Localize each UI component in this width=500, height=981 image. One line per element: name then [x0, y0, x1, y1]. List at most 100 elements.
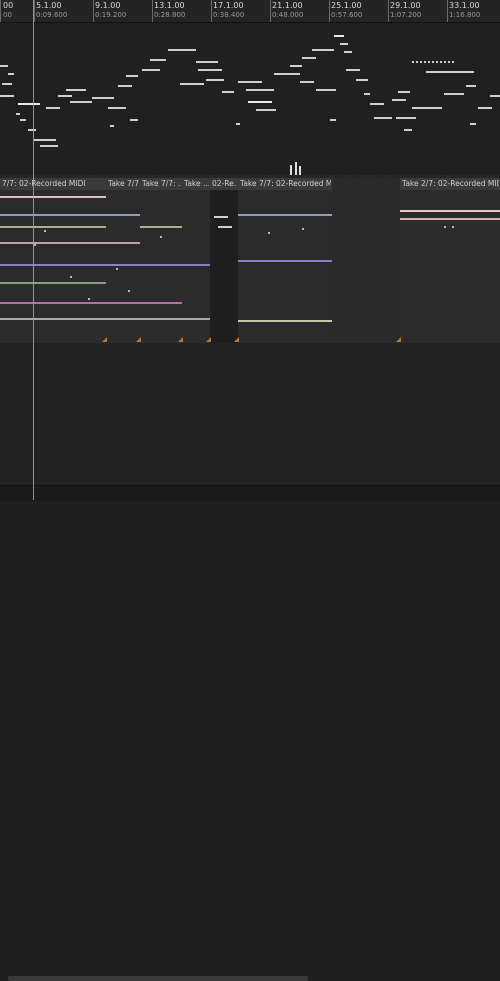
- midi-note[interactable]: [334, 35, 344, 37]
- midi-note-area[interactable]: [0, 23, 500, 175]
- midi-note[interactable]: [126, 75, 138, 77]
- midi-note[interactable]: [290, 65, 302, 67]
- item-header[interactable]: Take 2/7: 02-Recorded MIDI: [400, 178, 500, 190]
- fade-handle-icon[interactable]: [178, 337, 183, 342]
- fade-handle-icon[interactable]: [206, 337, 211, 342]
- cc-point[interactable]: [444, 226, 446, 228]
- cc-point[interactable]: [88, 298, 90, 300]
- midi-note[interactable]: [300, 81, 314, 83]
- midi-note[interactable]: [344, 51, 352, 53]
- midi-note[interactable]: [346, 69, 360, 71]
- cc-point[interactable]: [34, 244, 36, 246]
- midi-note[interactable]: [316, 89, 336, 91]
- track-items-area[interactable]: 7/7: 02-Recorded MIDI Take 7/7: ... Take…: [0, 175, 500, 343]
- cc-point[interactable]: [302, 228, 304, 230]
- midi-note[interactable]: [198, 69, 222, 71]
- midi-note[interactable]: [364, 93, 370, 95]
- midi-note[interactable]: [2, 83, 12, 85]
- cc-point[interactable]: [116, 268, 118, 270]
- midi-note[interactable]: [18, 103, 40, 105]
- midi-note[interactable]: [374, 117, 392, 119]
- midi-note[interactable]: [110, 125, 114, 127]
- midi-note[interactable]: [236, 123, 240, 125]
- midi-item[interactable]: 02-Re...: [210, 178, 239, 343]
- midi-note[interactable]: [118, 85, 132, 87]
- midi-note[interactable]: [142, 69, 160, 71]
- ruler-time-label: 0:48.000: [272, 11, 304, 19]
- item-header[interactable]: 7/7: 02-Recorded MIDI: [0, 178, 106, 190]
- cc-point[interactable]: [160, 236, 162, 238]
- timeline-ruler[interactable]: 00 00 5.1.00 0:09.600 9.1.00 0:19.200 13…: [0, 0, 500, 23]
- midi-note[interactable]: [312, 49, 334, 51]
- midi-note[interactable]: [370, 103, 384, 105]
- midi-note[interactable]: [196, 61, 218, 63]
- midi-note[interactable]: [248, 101, 272, 103]
- midi-note[interactable]: [392, 99, 406, 101]
- midi-item[interactable]: Take 7/7: 02-Recorded MIDI: [238, 178, 333, 343]
- cc-point[interactable]: [70, 276, 72, 278]
- midi-note[interactable]: [46, 107, 60, 109]
- cc-point[interactable]: [44, 230, 46, 232]
- item-header[interactable]: Take ...: [182, 178, 210, 190]
- midi-note[interactable]: [412, 107, 442, 109]
- midi-note[interactable]: [356, 79, 368, 81]
- midi-note[interactable]: [70, 101, 92, 103]
- midi-note[interactable]: [8, 73, 14, 75]
- cc-point[interactable]: [268, 232, 270, 234]
- midi-note[interactable]: [130, 119, 138, 121]
- midi-note[interactable]: [470, 123, 476, 125]
- midi-note[interactable]: [206, 79, 224, 81]
- fade-handle-icon[interactable]: [136, 337, 141, 342]
- cc-point[interactable]: [452, 226, 454, 228]
- cc-point[interactable]: [128, 290, 130, 292]
- midi-note[interactable]: [404, 129, 412, 131]
- midi-note[interactable]: [412, 61, 454, 63]
- midi-item[interactable]: 7/7: 02-Recorded MIDI: [0, 178, 107, 343]
- midi-note[interactable]: [396, 117, 416, 119]
- horizontal-scrollbar-thumb[interactable]: [8, 976, 308, 981]
- midi-note[interactable]: [40, 145, 58, 147]
- midi-note[interactable]: [398, 91, 410, 93]
- midi-item[interactable]: Take 2/7: 02-Recorded MIDI: [400, 178, 500, 343]
- midi-note[interactable]: [238, 81, 262, 83]
- midi-note[interactable]: [340, 43, 348, 45]
- midi-note[interactable]: [444, 93, 464, 95]
- midi-note[interactable]: [28, 129, 36, 131]
- item-header[interactable]: Take 7/7: ...: [140, 178, 182, 190]
- empty-arrange-area[interactable]: [0, 343, 500, 485]
- midi-note[interactable]: [478, 107, 492, 109]
- midi-note[interactable]: [58, 95, 72, 97]
- item-header[interactable]: Take 7/7: ...: [106, 178, 140, 190]
- midi-note[interactable]: [108, 107, 126, 109]
- midi-note[interactable]: [0, 95, 14, 97]
- midi-note[interactable]: [180, 83, 204, 85]
- midi-note[interactable]: [490, 95, 500, 97]
- midi-note[interactable]: [466, 85, 476, 87]
- midi-item[interactable]: Take ...: [182, 178, 211, 343]
- empty-track-region[interactable]: [332, 178, 401, 343]
- midi-item[interactable]: Take 7/7: ...: [106, 178, 141, 343]
- midi-note[interactable]: [302, 57, 316, 59]
- midi-note[interactable]: [168, 49, 196, 51]
- midi-note[interactable]: [426, 71, 474, 73]
- midi-note[interactable]: [92, 97, 114, 99]
- item-header[interactable]: Take 7/7: 02-Recorded MIDI: [238, 178, 332, 190]
- playhead-cursor[interactable]: [33, 0, 34, 500]
- horizontal-scrollbar-track[interactable]: [0, 485, 500, 981]
- fade-handle-icon[interactable]: [234, 337, 239, 342]
- midi-item[interactable]: Take 7/7: ...: [140, 178, 183, 343]
- midi-note[interactable]: [16, 113, 20, 115]
- midi-note[interactable]: [330, 119, 336, 121]
- midi-note[interactable]: [0, 65, 8, 67]
- midi-note[interactable]: [66, 89, 86, 91]
- midi-note[interactable]: [150, 59, 166, 61]
- midi-note[interactable]: [246, 89, 274, 91]
- midi-note[interactable]: [274, 73, 300, 75]
- midi-note[interactable]: [20, 119, 26, 121]
- midi-note[interactable]: [256, 109, 276, 111]
- fade-handle-icon[interactable]: [396, 337, 401, 342]
- fade-handle-icon[interactable]: [102, 337, 107, 342]
- midi-note[interactable]: [34, 139, 56, 141]
- midi-note[interactable]: [222, 91, 234, 93]
- item-header[interactable]: 02-Re...: [210, 178, 238, 190]
